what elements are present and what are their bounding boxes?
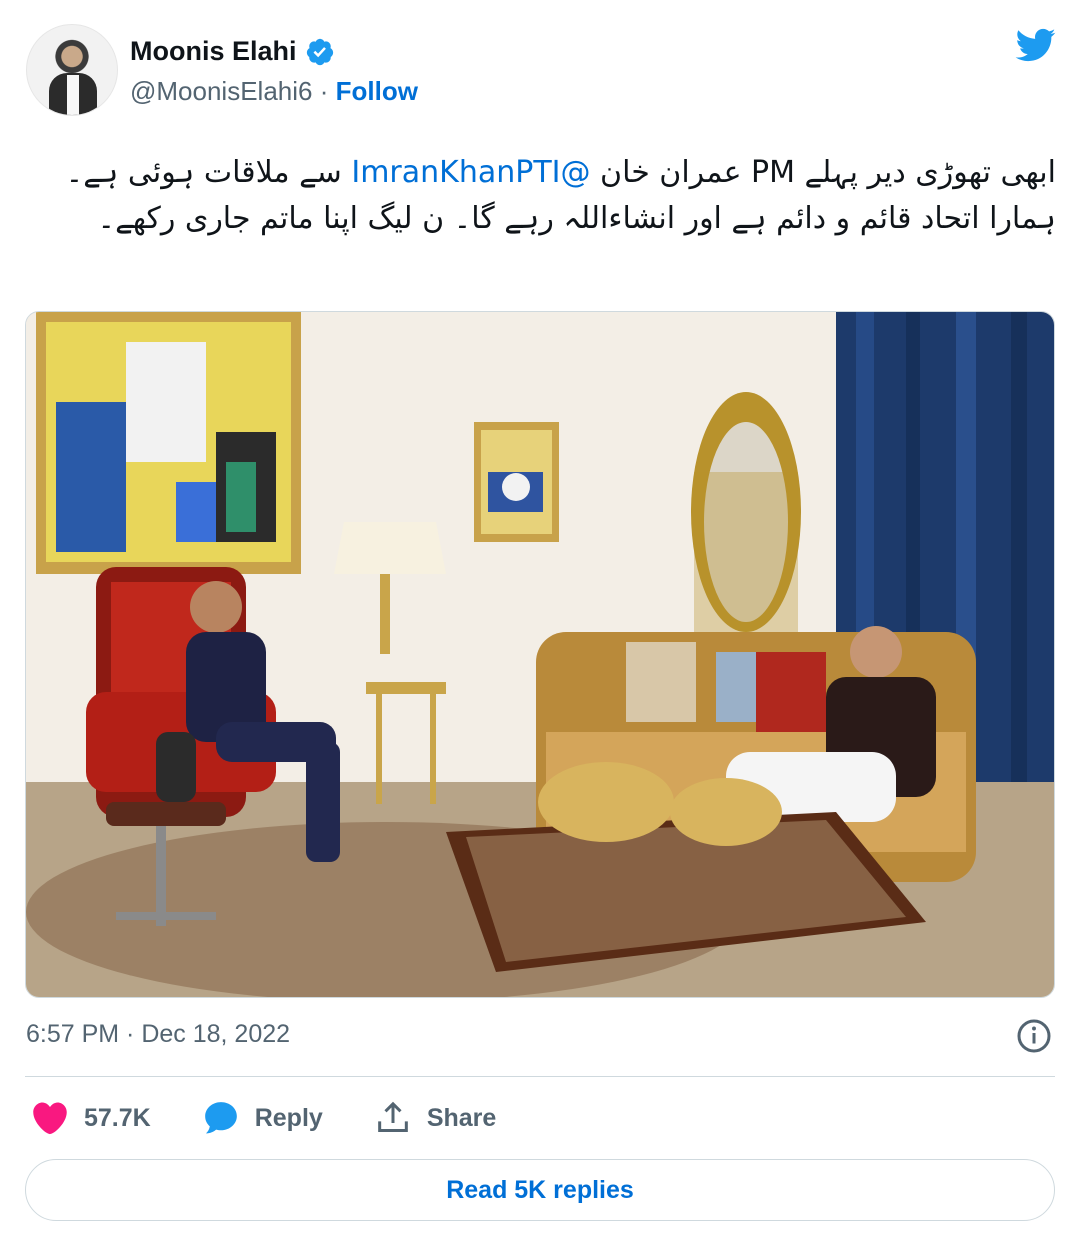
handle-separator: ·	[319, 76, 329, 106]
twitter-bird-icon[interactable]	[1010, 24, 1060, 66]
tweet-header: Moonis Elahi @MoonisElahi6 · Follow	[26, 24, 1060, 116]
author-handle[interactable]: @MoonisElahi6	[130, 76, 312, 106]
read-replies-button[interactable]: Read 5K replies	[25, 1159, 1055, 1221]
mention-link[interactable]: @ImranKhanPTI	[351, 155, 590, 190]
author-name-row: Moonis Elahi	[130, 36, 335, 67]
reply-label: Reply	[254, 1103, 323, 1132]
author-name[interactable]: Moonis Elahi	[130, 36, 297, 67]
follow-button[interactable]: Follow	[336, 76, 418, 106]
share-label: Share	[426, 1103, 497, 1132]
info-icon[interactable]	[1016, 1018, 1052, 1054]
tweet-text: ابھی تھوڑی دیر پہلے PM عمران خان @ImranK…	[26, 150, 1056, 242]
share-icon	[377, 1101, 408, 1132]
like-button[interactable]: 57.7K	[30, 1098, 151, 1138]
avatar-shirt	[67, 75, 79, 115]
photo-scene	[26, 312, 1054, 997]
tweet-actions: 57.7K Reply Share	[30, 1096, 546, 1140]
tweet-text-part-1: ابھی تھوڑی دیر پہلے PM عمران خان	[600, 155, 1056, 190]
reply-button[interactable]: Reply	[201, 1098, 323, 1138]
likes-count: 57.7K	[84, 1103, 151, 1132]
heart-icon	[33, 1102, 67, 1135]
tweet-timestamp[interactable]: 6:57 PM · Dec 18, 2022	[26, 1020, 290, 1049]
read-replies-label: Read 5K replies	[446, 1175, 634, 1204]
reply-bubble-icon	[204, 1102, 237, 1134]
author-handle-row: @MoonisElahi6 · Follow	[130, 76, 418, 107]
verified-badge-icon	[306, 38, 333, 65]
avatar[interactable]	[26, 24, 118, 116]
tweet-photo[interactable]	[25, 311, 1055, 998]
share-button[interactable]: Share	[373, 1098, 496, 1138]
divider	[25, 1076, 1055, 1077]
